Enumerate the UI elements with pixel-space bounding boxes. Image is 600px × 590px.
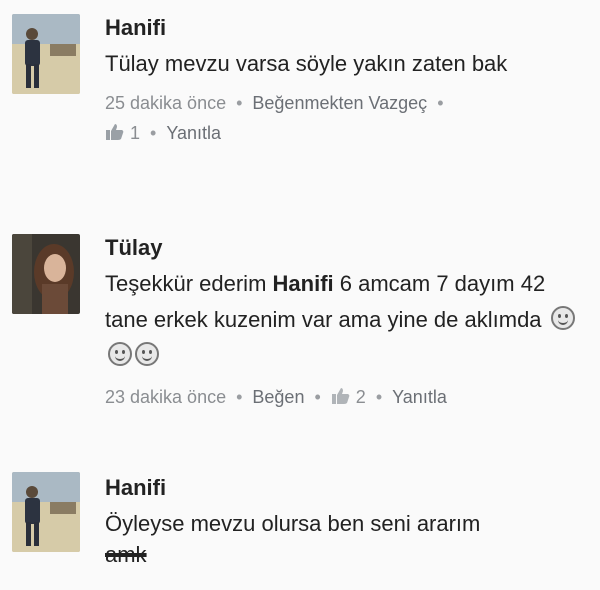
comment-meta: 23 dakika önce • Beğen • 2 • Yanıtla xyxy=(105,382,580,414)
mention-link[interactable]: Hanifi xyxy=(273,271,334,296)
separator: • xyxy=(437,93,444,113)
thumbs-up-icon xyxy=(331,384,351,414)
comment-meta: 25 dakika önce • Beğenmekten Vazgeç • xyxy=(105,88,580,118)
comment-text-part: Teşekkür ederim xyxy=(105,271,273,296)
unlike-link[interactable]: Beğenmekten Vazgeç xyxy=(252,93,427,113)
comment-text-cut: amk xyxy=(105,542,147,567)
comment-text: Teşekkür ederim Hanifi 6 amcam 7 dayım 4… xyxy=(105,266,580,374)
avatar[interactable] xyxy=(12,234,80,314)
separator: • xyxy=(314,387,321,407)
like-link[interactable]: Beğen xyxy=(252,387,304,407)
reply-link[interactable]: Yanıtla xyxy=(166,123,221,143)
comment-text: Tülay mevzu varsa söyle yakın zaten bak xyxy=(105,51,508,76)
avatar[interactable] xyxy=(12,14,80,94)
comment-timestamp[interactable]: 23 dakika önce xyxy=(105,387,226,407)
separator: • xyxy=(236,93,243,113)
separator: • xyxy=(236,387,243,407)
comment-timestamp[interactable]: 25 dakika önce xyxy=(105,93,226,113)
like-count[interactable]: 2 xyxy=(356,387,366,407)
comment-author[interactable]: Tülay xyxy=(105,234,580,262)
comment-thread: Hanifi Tülay mevzu varsa söyle yakın zat… xyxy=(0,0,600,590)
comment-meta-row2: 1 • Yanıtla xyxy=(105,118,580,150)
comment-author[interactable]: Hanifi xyxy=(105,14,580,42)
comment-author[interactable]: Hanifi xyxy=(105,474,580,502)
separator: • xyxy=(375,387,383,407)
smiley-icon xyxy=(550,306,575,330)
avatar[interactable] xyxy=(12,472,80,552)
smiley-icon xyxy=(135,342,159,366)
comment-text: Öyleyse mevzu olursa ben seni ararım xyxy=(105,511,481,536)
smiley-icon xyxy=(108,342,132,366)
thumbs-up-icon xyxy=(105,120,125,150)
like-count[interactable]: 1 xyxy=(130,123,140,143)
reply-link[interactable]: Yanıtla xyxy=(392,387,447,407)
separator: • xyxy=(150,123,157,143)
